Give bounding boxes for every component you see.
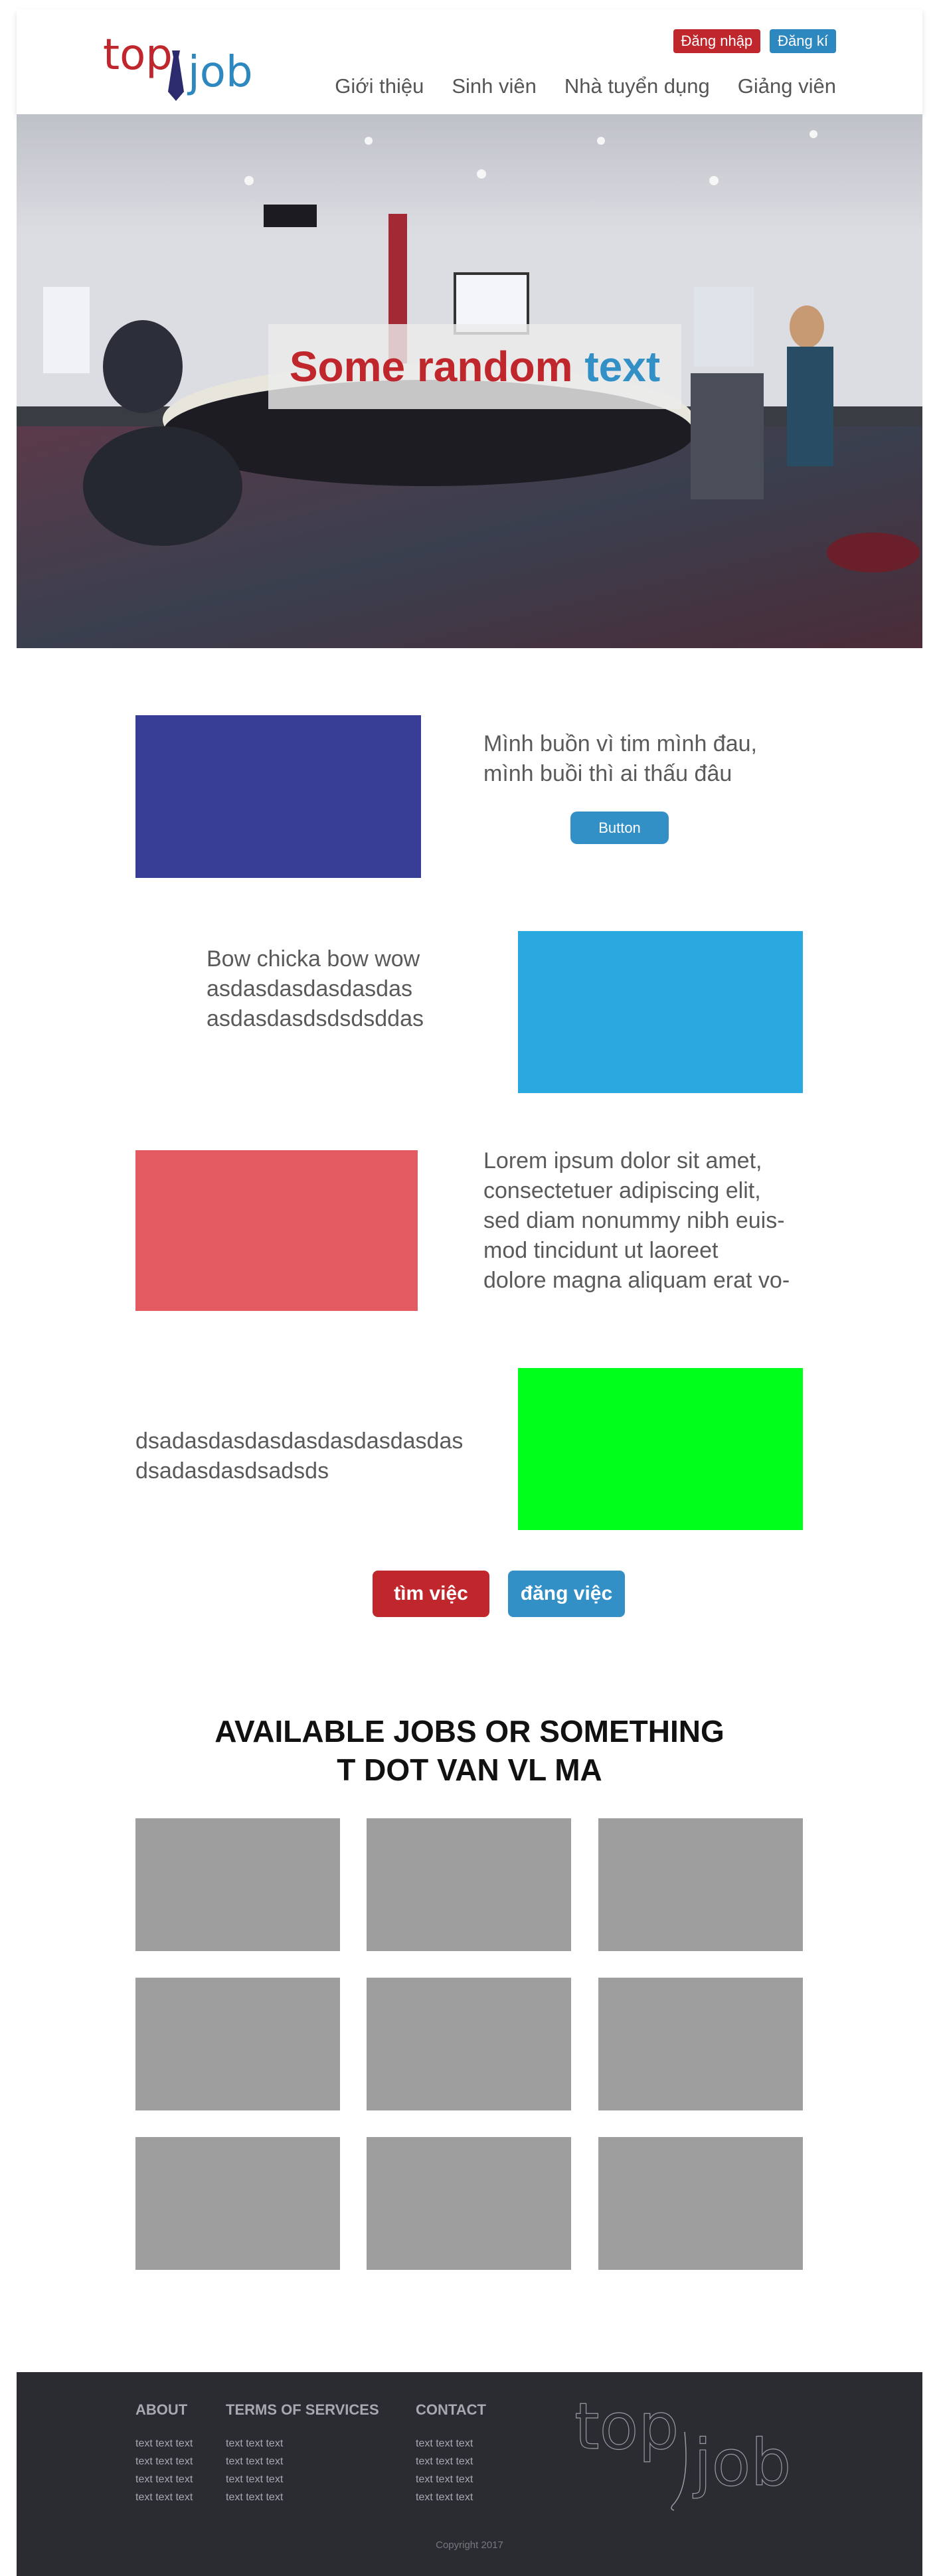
- site-footer: ABOUT text text text text text text text…: [17, 2372, 922, 2576]
- copyright-text: Copyright 2017: [436, 2539, 503, 2551]
- job-card[interactable]: [598, 2137, 803, 2270]
- feature-text-3-line: Lorem ipsum dolor sit amet,: [483, 1148, 762, 1173]
- feature-text-4-line: dsadasdasdsadsds: [135, 1458, 329, 1484]
- job-card[interactable]: [598, 1818, 803, 1951]
- footer-link[interactable]: text text text: [135, 2452, 193, 2470]
- nav-item-employers[interactable]: Nhà tuyển dụng: [564, 74, 710, 98]
- feature-text-3-line: sed diam nonummy nibh euis-: [483, 1208, 785, 1233]
- feature-text-3-line: mod tincidunt ut laoreet: [483, 1238, 719, 1263]
- jobs-title-line-1: AVAILABLE JOBS OR SOMETHING: [214, 1714, 725, 1749]
- footer-terms: TERMS OF SERVICES text text text text te…: [226, 2401, 379, 2506]
- feature-image-3: [135, 1150, 418, 1311]
- logo-top-text: top: [103, 31, 173, 80]
- job-card[interactable]: [367, 1978, 571, 2110]
- nav-item-students[interactable]: Sinh viên: [452, 74, 537, 98]
- feature-text-3-line: consectetuer adipiscing elit,: [483, 1178, 761, 1203]
- necktie-icon: [168, 50, 184, 101]
- logo-job-text: job: [188, 48, 253, 97]
- page: top job Đăng nhập Đăng kí Giới thiệu Sin…: [17, 0, 922, 2576]
- feature-text-2-line: asdasdasdasdasdas: [207, 976, 413, 1001]
- footer-link[interactable]: text text text: [226, 2470, 379, 2488]
- feature-image-2: [518, 931, 803, 1093]
- footer-logo-job: job: [693, 2426, 791, 2500]
- hero-caption-main: Some random: [289, 343, 573, 390]
- find-job-button[interactable]: tìm việc: [373, 1571, 489, 1617]
- feature-text-2-line: Bow chicka bow wow: [207, 946, 420, 972]
- hero-caption-box: Some random text: [268, 324, 681, 409]
- feature-image-1: [135, 715, 421, 878]
- auth-buttons: Đăng nhập Đăng kí: [673, 29, 836, 53]
- feature-image-4: [518, 1368, 803, 1530]
- job-card[interactable]: [135, 1818, 340, 1951]
- feature-text-3: Lorem ipsum dolor sit amet, consectetuer…: [483, 1146, 790, 1296]
- topjob-logo[interactable]: top job: [103, 31, 256, 104]
- feature-text-4: dsadasdasdasdasdasdasdasdas dsadasdasdsa…: [135, 1426, 463, 1486]
- footer-link[interactable]: text text text: [135, 2488, 193, 2506]
- footer-about: ABOUT text text text text text text text…: [135, 2401, 193, 2506]
- footer-logo-top: top: [574, 2389, 679, 2464]
- footer-link[interactable]: text text text: [416, 2452, 486, 2470]
- job-card[interactable]: [135, 1978, 340, 2110]
- hero-caption-accent: text: [584, 343, 661, 390]
- hero-banner: Some random text: [17, 114, 922, 648]
- register-button[interactable]: Đăng kí: [770, 29, 836, 53]
- jobs-title-line-2: T DOT VAN VL MA: [337, 1753, 602, 1787]
- job-card[interactable]: [367, 2137, 571, 2270]
- footer-link[interactable]: text text text: [416, 2488, 486, 2506]
- feature-text-1-line: mình buồi thì ai thấu đâu: [483, 761, 732, 786]
- feature-text-1: Mình buồn vì tim mình đau, mình buồi thì…: [483, 729, 757, 789]
- nav-item-about[interactable]: Giới thiệu: [335, 74, 424, 98]
- footer-link[interactable]: text text text: [135, 2435, 193, 2452]
- site-header: top job Đăng nhập Đăng kí Giới thiệu Sin…: [17, 9, 922, 114]
- feature-text-1-line: Mình buồn vì tim mình đau,: [483, 731, 757, 756]
- post-job-button[interactable]: đăng việc: [508, 1571, 625, 1617]
- login-button[interactable]: Đăng nhập: [673, 29, 761, 53]
- job-card[interactable]: [135, 2137, 340, 2270]
- hero-caption: Some random text: [290, 342, 660, 391]
- feature-text-2: Bow chicka bow wow asdasdasdasdasdas asd…: [207, 944, 424, 1034]
- footer-about-heading[interactable]: ABOUT: [135, 2401, 193, 2419]
- feature-text-2-line: asdasdasdsdsdsddas: [207, 1006, 424, 1031]
- footer-contact: CONTACT text text text text text text te…: [416, 2401, 486, 2506]
- footer-link[interactable]: text text text: [416, 2435, 486, 2452]
- footer-link[interactable]: text text text: [135, 2470, 193, 2488]
- job-card[interactable]: [598, 1978, 803, 2110]
- job-card[interactable]: [367, 1818, 571, 1951]
- jobs-section-title: AVAILABLE JOBS OR SOMETHING T DOT VAN VL…: [17, 1712, 922, 1789]
- main-nav: Giới thiệu Sinh viên Nhà tuyển dụng Giản…: [335, 74, 836, 98]
- footer-logo: top job: [574, 2389, 792, 2511]
- feature-text-4-line: dsadasdasdasdasdasdasdasdas: [135, 1428, 464, 1454]
- footer-link[interactable]: text text text: [416, 2470, 486, 2488]
- nav-item-lecturers[interactable]: Giảng viên: [738, 74, 836, 98]
- feature-text-3-line: dolore magna aliquam erat vo-: [483, 1268, 790, 1293]
- footer-contact-heading[interactable]: CONTACT: [416, 2401, 486, 2419]
- footer-terms-heading[interactable]: TERMS OF SERVICES: [226, 2401, 379, 2419]
- feature-button[interactable]: Button: [570, 812, 669, 844]
- footer-link[interactable]: text text text: [226, 2435, 379, 2452]
- footer-link[interactable]: text text text: [226, 2452, 379, 2470]
- footer-link[interactable]: text text text: [226, 2488, 379, 2506]
